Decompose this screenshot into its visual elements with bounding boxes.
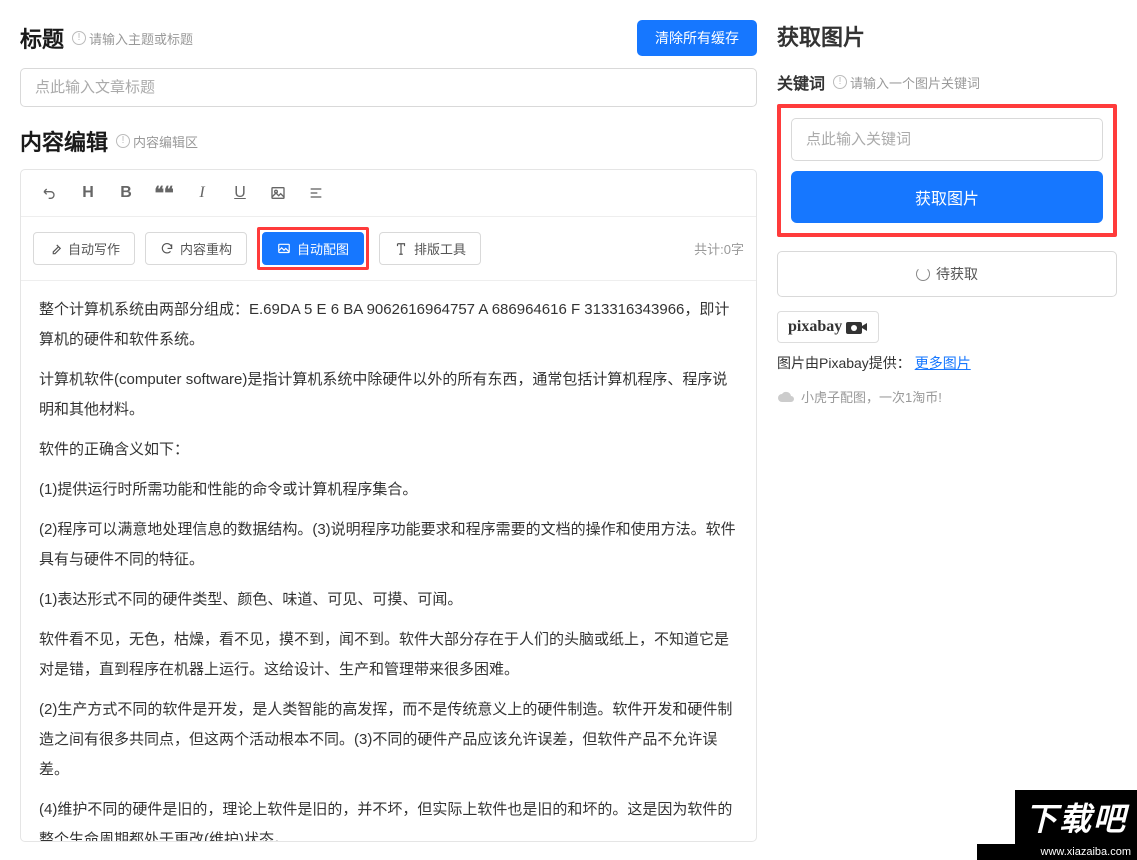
italic-button[interactable]: I: [185, 178, 219, 208]
info-icon: !: [833, 75, 847, 89]
editor-content[interactable]: 整个计算机系统由两部分组成：E.69DA 5 E 6 BA 9062616964…: [21, 281, 756, 841]
paragraph: (1)提供运行时所需功能和性能的命令或计算机程序集合。: [39, 475, 738, 505]
paragraph: (2)生产方式不同的软件是开发，是人类智能的高发挥，而不是传统意义上的硬件制造。…: [39, 695, 738, 785]
undo-button[interactable]: [33, 178, 67, 208]
editor: H B ❝❝ I U 自动写作 内容重构: [20, 169, 757, 842]
watermark-logo: 下载吧: [1015, 790, 1137, 844]
paragraph: 计算机软件(computer software)是指计算机系统中除硬件以外的所有…: [39, 365, 738, 425]
keyword-hint: ! 请输入一个图片关键词: [833, 73, 980, 92]
article-title-input[interactable]: [20, 68, 757, 107]
keyword-input[interactable]: [791, 118, 1103, 161]
quote-button[interactable]: ❝❝: [147, 178, 181, 208]
pending-button[interactable]: 待获取: [777, 251, 1117, 297]
content-label: 内容编辑: [20, 125, 108, 157]
watermark: 下载吧 www.xiazaiba.com: [977, 790, 1137, 860]
restructure-button[interactable]: 内容重构: [145, 232, 247, 265]
align-button[interactable]: [299, 178, 333, 208]
paragraph: (4)维护不同的硬件是旧的，理论上软件是旧的，并不坏，但实际上软件也是旧的和坏的…: [39, 795, 738, 841]
paragraph: 软件的正确含义如下：: [39, 435, 738, 465]
credit-row: 图片由Pixabay提供： 更多图片: [777, 353, 1117, 373]
more-images-link[interactable]: 更多图片: [915, 355, 971, 371]
paragraph: (2)程序可以满意地处理信息的数据结构。(3)说明程序功能要求和程序需要的文档的…: [39, 515, 738, 575]
title-hint: ! 请输入主题或标题: [72, 29, 193, 48]
image-button[interactable]: [261, 178, 295, 208]
highlight-auto-image: 自动配图: [257, 227, 369, 270]
title-header: 标题 ! 请输入主题或标题 清除所有缓存: [20, 20, 757, 56]
sidebar-image-title: 获取图片: [777, 20, 865, 52]
underline-button[interactable]: U: [223, 178, 257, 208]
paragraph: 整个计算机系统由两部分组成：E.69DA 5 E 6 BA 9062616964…: [39, 295, 738, 355]
watermark-url: www.xiazaiba.com: [977, 844, 1137, 860]
paragraph: 软件看不见，无色，枯燥，看不见，摸不到，闻不到。软件大部分存在于人们的头脑或纸上…: [39, 625, 738, 685]
heading-button[interactable]: H: [71, 178, 105, 208]
paragraph: (1)表达形式不同的硬件类型、颜色、味道、可见、可摸、可闻。: [39, 585, 738, 615]
info-icon: !: [116, 134, 130, 148]
content-hint: ! 内容编辑区: [116, 132, 198, 151]
auto-image-button[interactable]: 自动配图: [262, 232, 364, 265]
info-icon: !: [72, 31, 86, 45]
camera-icon: [846, 320, 868, 334]
tao-row: 小虎子配图，一次1淘币!: [777, 387, 1117, 406]
spinner-icon: [916, 267, 930, 281]
pixabay-badge: pixabay: [777, 311, 879, 343]
cloud-icon: [777, 390, 795, 404]
layout-tool-button[interactable]: 排版工具: [379, 232, 481, 265]
format-toolbar: H B ❝❝ I U: [21, 170, 756, 217]
auto-write-button[interactable]: 自动写作: [33, 232, 135, 265]
title-label: 标题: [20, 22, 64, 54]
clear-cache-button[interactable]: 清除所有缓存: [637, 20, 757, 56]
keyword-label: 关键词: [777, 70, 825, 94]
action-toolbar: 自动写作 内容重构 自动配图 排版工具 共计:0字: [21, 217, 756, 281]
fetch-image-button[interactable]: 获取图片: [791, 171, 1103, 223]
word-count: 共计:0字: [694, 239, 744, 258]
bold-button[interactable]: B: [109, 178, 143, 208]
highlight-keyword-box: 获取图片: [777, 104, 1117, 237]
